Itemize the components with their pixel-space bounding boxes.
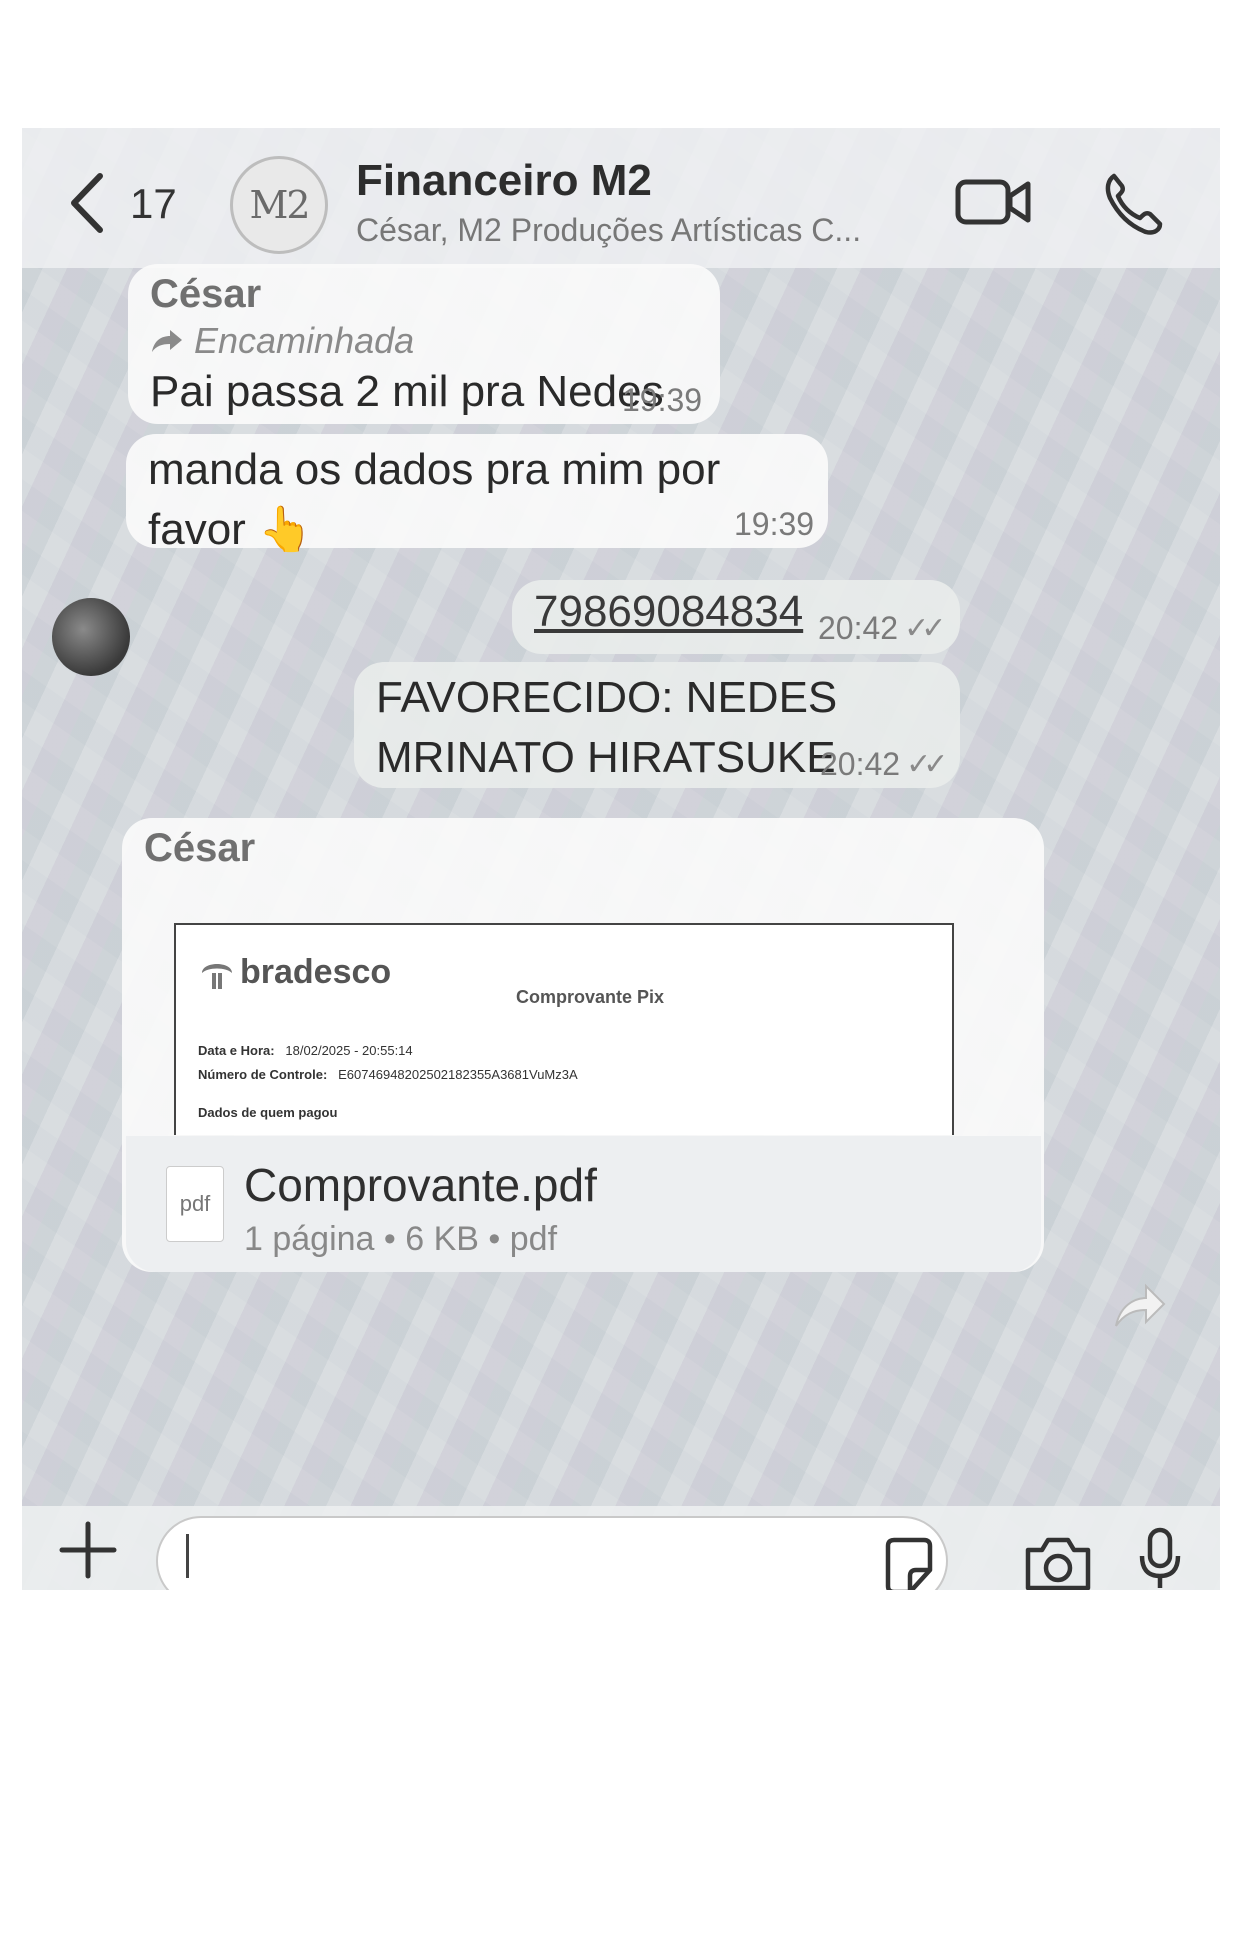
message-bubble-incoming[interactable]: César Encaminhada Pai passa 2 mil pra Ne… [128,264,720,424]
message-bubble-incoming[interactable]: manda os dados pra mim por favor 👆 19:39 [126,434,828,554]
pdf-file-icon-label: pdf [179,1191,211,1216]
group-avatar-text: M2 [249,183,310,227]
file-info-bar[interactable]: pdf Comprovante.pdf 1 página • 6 KB • pd… [126,1136,1041,1272]
sticker-icon[interactable] [882,1536,936,1590]
camera-icon[interactable] [1022,1532,1094,1590]
chevron-left-icon[interactable] [62,168,112,238]
forwarded-label: Encaminhada [150,320,414,362]
message-bubble-outgoing[interactable]: 79869084834 20:42 ✓✓ [512,580,960,654]
forwarded-text: Encaminhada [194,320,415,361]
message-time: 20:42 [818,610,899,646]
document-control-label: Número de Controle: [198,1067,328,1082]
message-time: 19:39 [734,506,815,542]
message-sender: César [150,272,262,316]
message-text: manda os dados pra mim por favor 👆 [148,445,721,554]
double-check-icon: ✓✓ [904,612,946,645]
phone-icon[interactable] [1102,170,1164,236]
document-date-value: 18/02/2025 - 20:55:14 [285,1043,413,1058]
chat-header: 17 M2 Financeiro M2 César, M2 Produções … [22,128,1220,268]
message-time: 19:39 [622,382,703,418]
pdf-file-icon: pdf [166,1166,224,1242]
message-time: 20:42 [820,746,901,782]
text-caret [186,1534,189,1578]
bank-logo: bradesco [198,953,391,992]
document-date: Data e Hora: 18/02/2025 - 20:55:14 [198,1043,413,1058]
phone-number-link[interactable]: 79869084834 [534,582,803,642]
group-avatar[interactable]: M2 [230,156,328,254]
microphone-icon[interactable] [1138,1526,1182,1590]
message-bubble-outgoing[interactable]: FAVORECIDO: NEDES MRINATO HIRATSUKE 20:4… [354,662,960,788]
chat-title[interactable]: Financeiro M2 [356,156,652,206]
share-icon[interactable] [1112,1280,1168,1330]
sender-avatar[interactable] [52,598,130,676]
chat-participants[interactable]: César, M2 Produções Artísticas C... [356,212,861,249]
message-sender: César [144,826,256,870]
document-date-label: Data e Hora: [198,1043,275,1058]
document-preview[interactable]: bradesco Comprovante Pix Data e Hora: 18… [174,923,954,1135]
message-status: 20:42 ✓✓ [820,746,948,783]
document-payer-label: Dados de quem pagou [198,1105,338,1120]
plus-icon[interactable] [58,1520,118,1580]
document-control: Número de Controle: E6074694820250218235… [198,1067,578,1082]
video-camera-icon[interactable] [954,174,1034,230]
document-payer-section: Dados de quem pagou [198,1105,337,1120]
message-text: Pai passa 2 mil pra Nedes [150,367,664,416]
message-bubble-attachment[interactable]: César bradesco Comprovante Pix Data e Ho… [122,818,1044,1272]
message-composer [22,1506,1220,1590]
file-meta: 1 página • 6 KB • pdf [244,1220,558,1258]
back-unread-count[interactable]: 17 [130,180,177,228]
bank-logo-icon [202,963,232,989]
bank-name: bradesco [240,953,392,991]
document-heading: Comprovante Pix [516,987,665,1007]
chat-screen: 17 M2 Financeiro M2 César, M2 Produções … [22,128,1220,1590]
file-name: Comprovante.pdf [244,1159,597,1211]
message-status: 20:42 ✓✓ [818,610,946,647]
phone-number-text[interactable]: 79869084834 [534,587,803,636]
message-input[interactable] [156,1516,948,1590]
document-control-value: E60746948202502182355A3681VuMz3A [338,1067,578,1082]
double-check-icon: ✓✓ [906,748,948,781]
forward-arrow-icon [152,330,182,352]
